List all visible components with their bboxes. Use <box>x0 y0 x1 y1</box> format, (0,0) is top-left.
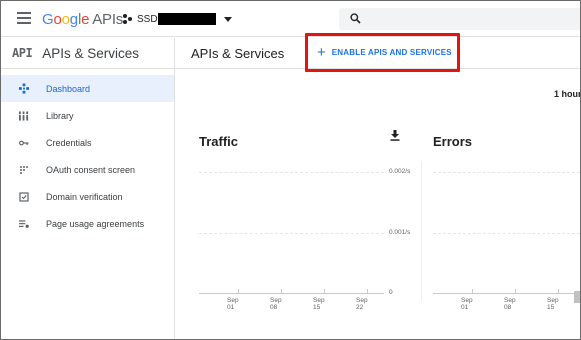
settings-list-icon <box>19 219 29 229</box>
x-axis <box>433 293 580 294</box>
x-tick <box>281 289 282 293</box>
highlight-box <box>305 33 460 72</box>
x-tick-label: Sep 08 <box>270 297 282 311</box>
sidebar-item-label: Dashboard <box>46 83 91 94</box>
traffic-title: Traffic <box>199 134 239 149</box>
x-tick-label: Sep 15 <box>313 297 325 311</box>
sidebar-item-library[interactable]: Library <box>1 102 174 129</box>
search-input[interactable] <box>339 8 580 30</box>
key-icon <box>19 138 29 148</box>
consent-icon <box>19 165 29 175</box>
search-icon <box>350 13 361 24</box>
gridline <box>199 172 384 173</box>
x-axis <box>199 293 384 294</box>
download-icon[interactable] <box>390 128 400 146</box>
sidebar-item-oauth-consent[interactable]: OAuth consent screen <box>1 156 174 183</box>
top-bar: Google APIs SSD <box>1 1 580 37</box>
sidebar-item-domain-verification[interactable]: Domain verification <box>1 183 174 210</box>
x-tick-label: Sep 15 <box>547 297 559 311</box>
sidebar: API APIs & Services Dashboard Library Cr… <box>1 38 175 339</box>
project-selector[interactable]: SSD <box>123 11 232 27</box>
checkbox-icon <box>19 191 29 202</box>
logo-letter: o <box>61 11 70 28</box>
sidebar-item-label: Library <box>46 110 74 121</box>
x-tick <box>238 289 239 293</box>
y-tick-label: 0.002/s <box>389 168 411 175</box>
dashboard-icon <box>19 83 29 94</box>
errors-title: Errors <box>433 134 473 149</box>
gridline <box>433 172 580 173</box>
library-icon <box>19 110 29 121</box>
google-apis-logo[interactable]: Google APIs <box>42 11 123 28</box>
logo-suffix: APIs <box>92 11 124 28</box>
sidebar-item-label: Domain verification <box>46 191 123 202</box>
chart-divider <box>421 161 422 301</box>
gridline <box>199 233 384 234</box>
redacted-project-id <box>157 13 216 25</box>
logo-letter: g <box>69 11 78 28</box>
menu-icon[interactable] <box>17 12 31 24</box>
sidebar-header: API APIs & Services <box>1 38 174 69</box>
y-tick-label: 0 <box>389 289 393 296</box>
x-tick <box>324 289 325 293</box>
x-tick-label: Sep 22 <box>356 297 368 311</box>
project-name: SSD <box>137 13 158 25</box>
page-title: APIs & Services <box>191 46 285 61</box>
x-tick-label: Sep 01 <box>227 297 239 311</box>
x-tick <box>367 289 368 293</box>
y-tick-label: 0.001/s <box>389 229 411 236</box>
x-tick-label: Sep 08 <box>504 297 516 311</box>
logo-letter: o <box>53 11 62 28</box>
sidebar-item-label: OAuth consent screen <box>46 164 136 175</box>
app-window: Google APIs SSD API APIs & Services Dash… <box>0 0 581 340</box>
sidebar-item-label: Page usage agreements <box>46 218 145 229</box>
sidebar-title: APIs & Services <box>42 45 139 61</box>
dropdown-caret-icon <box>223 16 232 22</box>
x-tick <box>472 289 473 293</box>
gridline <box>433 233 580 234</box>
sidebar-item-page-usage[interactable]: Page usage agreements <box>1 210 174 237</box>
scrollbar[interactable] <box>574 291 580 303</box>
x-tick <box>558 289 559 293</box>
sidebar-item-dashboard[interactable]: Dashboard <box>1 75 174 102</box>
project-dots-icon <box>123 13 133 25</box>
logo-letter: e <box>81 11 90 28</box>
logo-letter: G <box>42 11 54 28</box>
time-filter[interactable]: 1 hour <box>554 89 580 99</box>
api-logo: API <box>12 46 33 60</box>
x-tick <box>515 289 516 293</box>
x-tick-label: Sep 01 <box>461 297 473 311</box>
sidebar-item-credentials[interactable]: Credentials <box>1 129 174 156</box>
sidebar-item-label: Credentials <box>46 137 92 148</box>
